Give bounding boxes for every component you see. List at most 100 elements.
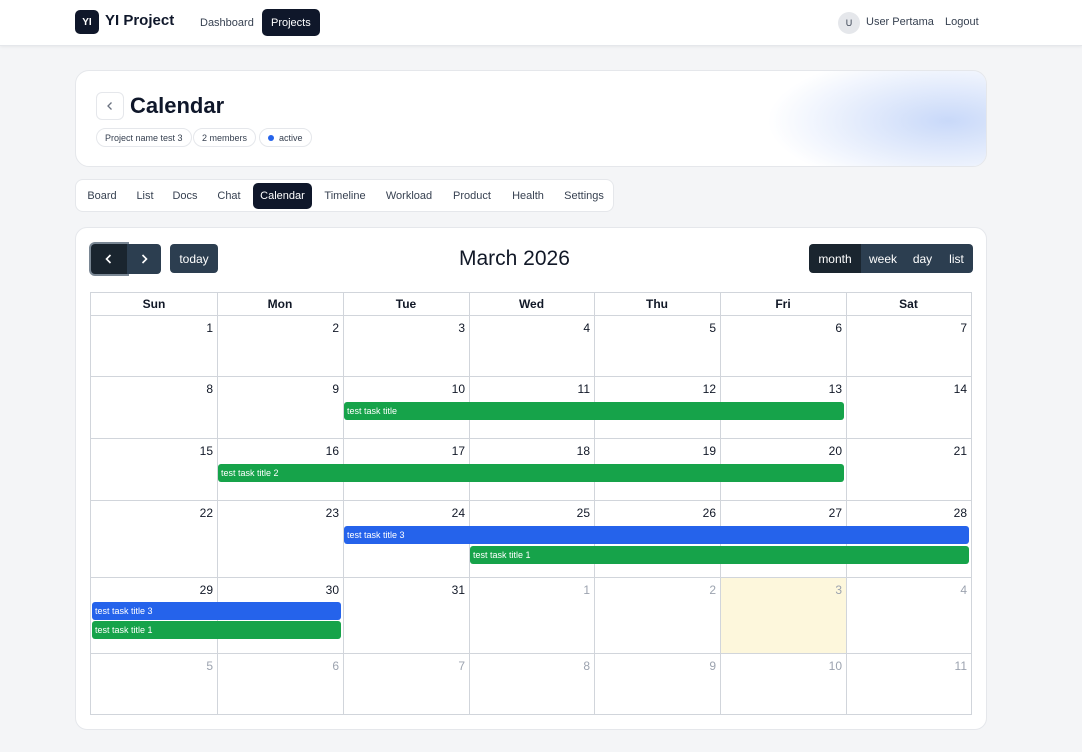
day-number[interactable]: 9 — [676, 659, 716, 673]
tab-settings[interactable]: Settings — [558, 183, 610, 209]
tab-calendar[interactable]: Calendar — [253, 183, 312, 209]
grid-divider — [91, 577, 971, 578]
day-number[interactable]: 20 — [802, 444, 842, 458]
status-dot-icon — [268, 134, 274, 141]
day-number[interactable]: 8 — [550, 659, 590, 673]
weekday-header: Thu — [646, 297, 668, 311]
day-number[interactable]: 8 — [173, 382, 213, 396]
status-label: active — [279, 132, 303, 143]
grid-divider — [720, 293, 721, 714]
day-number[interactable]: 17 — [425, 444, 465, 458]
members-chip: 2 members — [193, 128, 257, 147]
day-number[interactable]: 21 — [927, 444, 967, 458]
project-tabs: Board List Docs Chat Calendar Timeline W… — [75, 179, 614, 212]
day-number[interactable]: 31 — [425, 583, 465, 597]
chevron-right-icon — [141, 254, 148, 264]
chevron-left-icon — [105, 254, 112, 264]
tab-timeline[interactable]: Timeline — [318, 183, 372, 209]
day-number[interactable]: 6 — [802, 321, 842, 335]
calendar-event[interactable]: test task title 1 — [92, 621, 341, 639]
day-number[interactable]: 7 — [927, 321, 967, 335]
view-day-button[interactable]: day — [905, 244, 940, 273]
tab-chat[interactable]: Chat — [210, 183, 248, 209]
day-number[interactable]: 11 — [550, 382, 590, 396]
logo-icon[interactable]: YI — [75, 10, 99, 34]
prev-month-button[interactable] — [91, 244, 127, 274]
next-month-button[interactable] — [127, 244, 161, 274]
status-badge: active — [259, 128, 312, 147]
grid-divider — [594, 293, 595, 714]
tab-health[interactable]: Health — [504, 183, 552, 209]
calendar-event[interactable]: test task title 3 — [92, 602, 341, 620]
day-number[interactable]: 26 — [676, 506, 716, 520]
tab-docs[interactable]: Docs — [167, 183, 203, 209]
weekday-header: Tue — [395, 297, 417, 311]
calendar-event[interactable]: test task title 1 — [470, 546, 969, 564]
calendar-event[interactable]: test task title 3 — [344, 526, 969, 544]
day-number[interactable]: 1 — [550, 583, 590, 597]
logout-link[interactable]: Logout — [945, 16, 979, 28]
day-number[interactable]: 2 — [299, 321, 339, 335]
day-number[interactable]: 28 — [927, 506, 967, 520]
day-number[interactable]: 1 — [173, 321, 213, 335]
day-number[interactable]: 19 — [676, 444, 716, 458]
day-number[interactable]: 10 — [425, 382, 465, 396]
day-number[interactable]: 5 — [173, 659, 213, 673]
chevron-left-icon — [107, 102, 112, 110]
back-button[interactable] — [96, 92, 124, 120]
nav-dashboard-link[interactable]: Dashboard — [191, 9, 263, 36]
day-number[interactable]: 29 — [173, 583, 213, 597]
nav-projects-link[interactable]: Projects — [262, 9, 320, 36]
calendar-event[interactable]: test task title 2 — [218, 464, 844, 482]
grid-divider — [343, 293, 344, 714]
page-title: Calendar — [130, 93, 225, 118]
day-number[interactable]: 24 — [425, 506, 465, 520]
weekday-header: Sun — [142, 297, 166, 311]
tab-list[interactable]: List — [129, 183, 161, 209]
calendar-title: March 2026 — [459, 247, 570, 270]
day-number[interactable]: 22 — [173, 506, 213, 520]
day-number[interactable]: 11 — [927, 659, 967, 673]
month-grid: Sun Mon Tue Wed Thu Fri Sat 1 2 3 4 5 6 7 8 9 10 11 12 13 14… — [90, 292, 972, 715]
day-number[interactable]: 14 — [927, 382, 967, 396]
day-number[interactable]: 5 — [676, 321, 716, 335]
day-number[interactable]: 4 — [550, 321, 590, 335]
grid-divider — [91, 376, 971, 377]
project-name-chip: Project name test 3 — [96, 128, 192, 147]
tab-product[interactable]: Product — [446, 183, 498, 209]
day-number[interactable]: 9 — [299, 382, 339, 396]
view-month-button[interactable]: month — [809, 244, 861, 273]
app-title[interactable]: YI Project — [105, 12, 174, 29]
avatar[interactable]: U — [838, 12, 860, 34]
day-number[interactable]: 25 — [550, 506, 590, 520]
day-number[interactable]: 2 — [676, 583, 716, 597]
grid-divider — [91, 500, 971, 501]
grid-divider — [846, 293, 847, 714]
day-number[interactable]: 23 — [299, 506, 339, 520]
calendar-event[interactable]: test task title — [344, 402, 844, 420]
day-number[interactable]: 13 — [802, 382, 842, 396]
today-button[interactable]: today — [170, 244, 218, 273]
weekday-header: Wed — [518, 297, 545, 311]
tab-board[interactable]: Board — [81, 183, 123, 209]
view-week-button[interactable]: week — [861, 244, 905, 273]
user-name[interactable]: User Pertama — [866, 16, 934, 28]
tab-workload[interactable]: Workload — [379, 183, 439, 209]
top-navbar: YI YI Project Dashboard Projects U User … — [0, 0, 1082, 46]
day-number[interactable]: 3 — [802, 583, 842, 597]
day-number[interactable]: 6 — [299, 659, 339, 673]
day-number[interactable]: 10 — [802, 659, 842, 673]
day-number[interactable]: 30 — [299, 583, 339, 597]
day-number[interactable]: 16 — [299, 444, 339, 458]
day-number[interactable]: 7 — [425, 659, 465, 673]
day-number[interactable]: 27 — [802, 506, 842, 520]
grid-divider — [91, 653, 971, 654]
day-number[interactable]: 3 — [425, 321, 465, 335]
day-number[interactable]: 15 — [173, 444, 213, 458]
day-number[interactable]: 18 — [550, 444, 590, 458]
view-list-button[interactable]: list — [940, 244, 973, 273]
day-number[interactable]: 4 — [927, 583, 967, 597]
weekday-header: Mon — [267, 297, 293, 311]
grid-divider — [217, 293, 218, 714]
day-number[interactable]: 12 — [676, 382, 716, 396]
